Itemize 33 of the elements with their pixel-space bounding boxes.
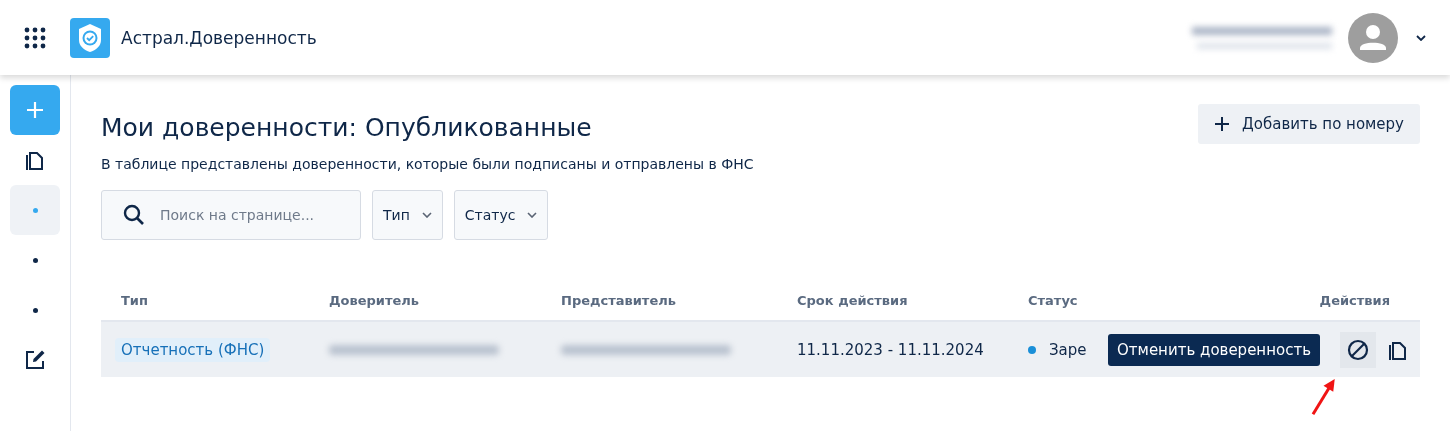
chevron-down-icon	[421, 212, 432, 218]
table-row[interactable]: Отчетность (ФНС) 11.11.2023 - 11.11.2024 Заре Отменить доверенность	[101, 322, 1420, 377]
search-input[interactable]: Поиск на странице...	[158, 191, 358, 239]
tooltip: Отменить доверенность	[1108, 333, 1320, 366]
page-description: В таблице представлены доверенности, которые были подписаны и отправлены в ФНС	[101, 156, 755, 172]
column-header: Статус	[1028, 292, 1078, 308]
avatar-icon[interactable]	[1348, 12, 1398, 63]
filter-dropdown[interactable]: Тип	[372, 190, 443, 240]
type-link[interactable]: Отчетность (ФНС)	[115, 337, 271, 362]
prohibited-icon	[1346, 337, 1370, 362]
column-header: Срок действия	[797, 292, 908, 308]
cancel-button[interactable]	[1340, 331, 1376, 368]
page-title: Мои доверенности: Опубликованные	[101, 112, 592, 142]
search-icon	[122, 203, 146, 227]
column-header: Действия	[1319, 292, 1390, 308]
chevron-down-icon	[527, 212, 538, 218]
search-field[interactable]: Поиск на странице...	[101, 190, 361, 240]
dot-icon	[32, 307, 38, 313]
status-text: Заре	[1049, 340, 1087, 359]
column-header: Тип	[121, 292, 148, 308]
dot-icon	[32, 257, 38, 263]
edit-icon	[23, 348, 47, 372]
column-header: Доверитель	[329, 292, 420, 308]
filter-dropdown[interactable]: Статус	[453, 190, 549, 240]
table-cell: 11.11.2023 - 11.11.2024	[797, 340, 984, 359]
apps-grid-icon[interactable]	[24, 26, 46, 49]
dot-icon	[32, 207, 38, 213]
app-title: Астрал.Доверенность	[121, 27, 317, 48]
column-header: Представитель	[561, 292, 676, 308]
chevron-down-icon[interactable]	[1416, 34, 1426, 41]
plus-icon	[1214, 116, 1231, 132]
shield-check-logo-icon	[70, 17, 110, 58]
add-by-number-button[interactable]: Добавить по номеру	[1198, 104, 1420, 144]
